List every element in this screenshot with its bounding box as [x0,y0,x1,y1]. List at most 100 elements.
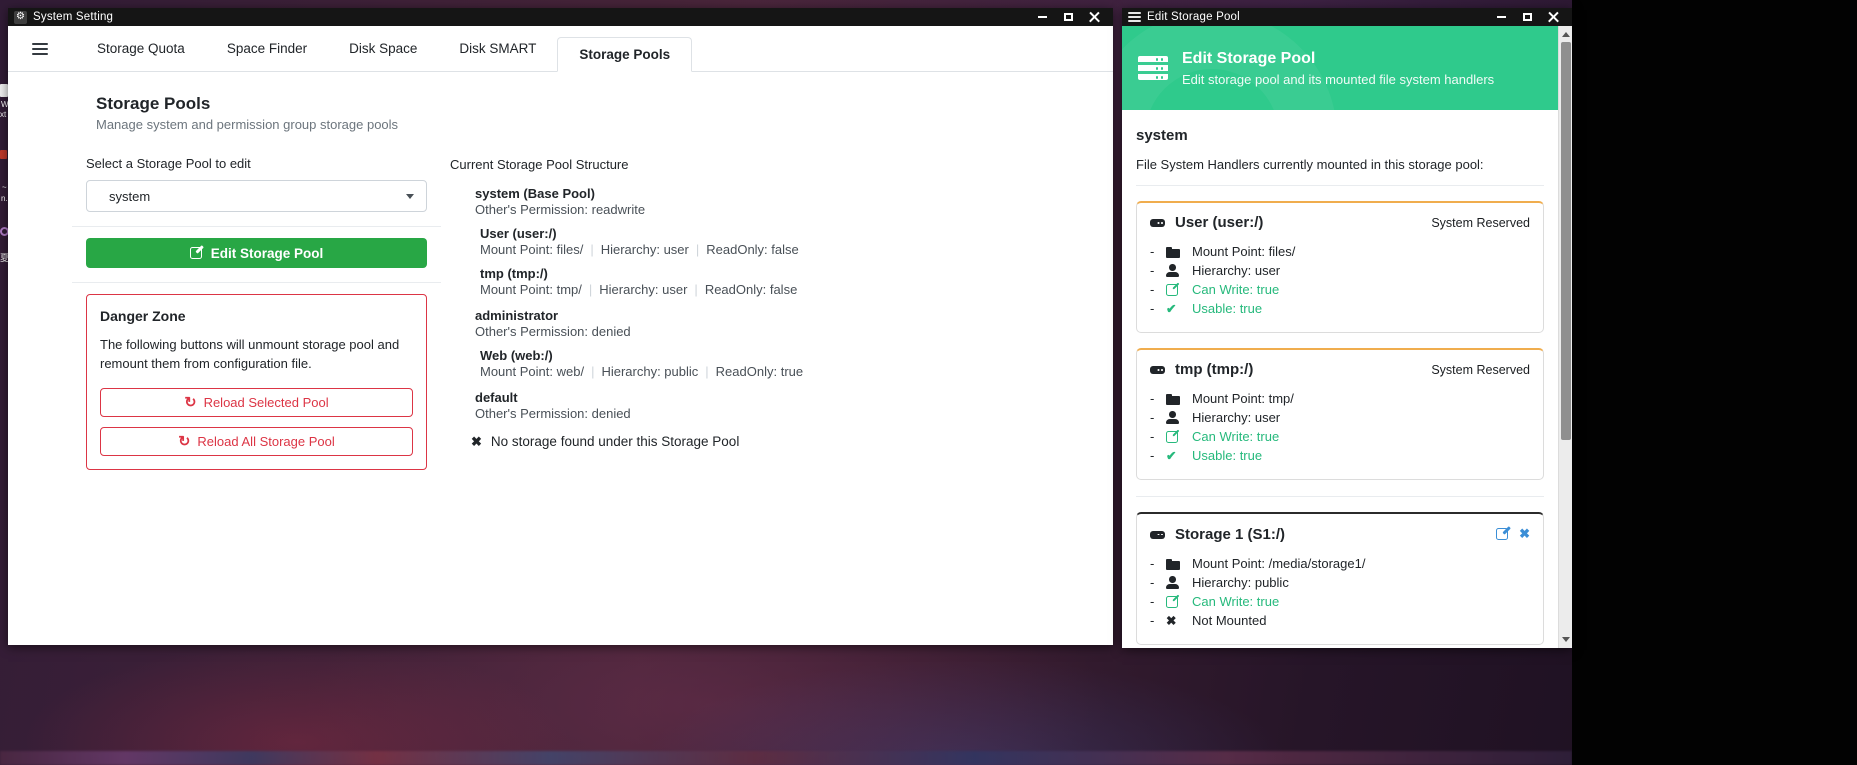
minimize-button[interactable] [1488,8,1514,26]
handler-details: Mount Point: files/|Hierarchy: user|Read… [480,242,799,257]
tab-disk-smart[interactable]: Disk SMART [438,26,557,72]
structure-label: Current Storage Pool Structure [450,157,950,172]
pool-group-default: default Other's Permission: denied ✖ No … [450,390,950,449]
reload-selected-pool-button[interactable]: Reload Selected Pool [100,388,413,417]
person-icon [1166,411,1183,424]
x-icon: ✖ [471,435,482,448]
pool-name: default [475,390,631,405]
handler-item: - Hierarchy: user [1150,408,1530,427]
reload-icon [184,395,196,411]
divider [1136,185,1544,186]
edit-pool-header: Edit Storage Pool Edit storage pool and … [1122,26,1558,110]
hdd-icon [1150,366,1165,374]
pool-group-administrator: administrator Other's Permission: denied… [450,308,950,379]
hdd-icon [1150,219,1165,227]
handler-item: - Can Write: true [1150,427,1530,446]
window-title: Edit Storage Pool [1147,11,1240,23]
scrollbar[interactable] [1558,26,1572,648]
empty-pool-message: ✖ No storage found under this Storage Po… [471,434,950,449]
x-icon [1166,613,1183,628]
pool-permission: Other's Permission: denied [475,406,631,421]
handler-item: - Mount Point: tmp/ [1150,389,1530,408]
handler-item: - Usable: true [1150,299,1530,318]
tab-storage-pools[interactable]: Storage Pools [557,37,692,72]
menu-icon[interactable] [32,43,48,55]
handler-item: - Can Write: true [1150,280,1530,299]
edit-icon [1166,430,1183,443]
close-button[interactable] [1540,8,1566,26]
desktop-icon-fragment [0,150,7,159]
person-icon [1166,576,1183,589]
system-reserved-badge: System Reserved [1431,216,1530,230]
danger-zone-title: Danger Zone [100,308,413,324]
pool-select[interactable]: system [86,180,427,212]
close-button[interactable] [1081,8,1107,26]
pool-name: system (Base Pool) [475,186,645,201]
system-reserved-badge: System Reserved [1431,363,1530,377]
desktop-icon-label-fragment: ~ [2,183,7,192]
black-background-region [1572,0,1857,765]
storage-pools-page: Storage Pools Manage system and permissi… [8,72,1113,645]
scroll-up-arrow[interactable] [1562,32,1570,37]
chevron-down-icon [406,194,414,199]
handler-item: - Can Write: true [1150,592,1530,611]
storage-pool-tree: system (Base Pool) Other's Permission: r… [450,186,950,449]
edit-icon [1166,283,1183,296]
edit-pool-titlebar: Edit Storage Pool [1122,8,1572,26]
danger-zone-card: Danger Zone The following buttons will u… [86,294,427,470]
handler-item: - Hierarchy: user [1150,261,1530,280]
handler-name: User (user:/) [480,226,799,241]
maximize-button[interactable] [1055,8,1081,26]
check-icon [1166,448,1183,463]
page-title: Storage Pools [86,94,427,114]
settings-tabbar: Storage Quota Space Finder Disk Space Di… [8,26,1113,72]
edit-icon [1166,595,1183,608]
hdd-icon [1150,531,1165,539]
scroll-down-arrow[interactable] [1562,637,1570,642]
divider [72,226,441,227]
menu-icon [1128,12,1141,22]
pool-name-heading: system [1136,127,1544,144]
header-subtitle: Edit storage pool and its mounted file s… [1182,72,1494,87]
handler-item: - Mount Point: /media/storage1/ [1150,554,1530,573]
pool-permission: Other's Permission: denied [475,324,631,339]
tab-storage-quota[interactable]: Storage Quota [76,26,206,72]
reload-all-storage-pool-button[interactable]: Reload All Storage Pool [100,427,413,456]
maximize-button[interactable] [1514,8,1540,26]
server-icon [1138,56,1168,80]
desktop-icon-label-fragment: n. [1,194,8,203]
folder-icon [1166,558,1183,570]
tree-child-tmp: tmp (tmp:/) Mount Point: tmp/|Hierarchy:… [471,266,950,297]
pool-name: administrator [475,308,631,323]
gear-icon: ⚙ [14,11,27,24]
folder-icon [1166,246,1183,258]
handler-title: User (user:/) [1175,214,1263,231]
tree-child-web: Web (web:/) Mount Point: web/|Hierarchy:… [471,348,950,379]
tab-disk-space[interactable]: Disk Space [328,26,438,72]
check-icon [1166,301,1183,316]
pool-group-system: system (Base Pool) Other's Permission: r… [450,186,950,297]
desktop-icon-label-fragment: xt [0,110,6,119]
edit-icon [190,247,202,259]
minimize-button[interactable] [1029,8,1055,26]
handler-details: Mount Point: tmp/|Hierarchy: user|ReadOn… [480,282,797,297]
handler-item: - Mount Point: files/ [1150,242,1530,261]
tab-space-finder[interactable]: Space Finder [206,26,328,72]
system-setting-window: ⚙ System Setting Storage Quota Space Fin… [8,8,1113,645]
edit-handler-button[interactable] [1496,528,1508,540]
handler-item: - Usable: true [1150,446,1530,465]
handler-name: Web (web:/) [480,348,803,363]
reload-icon [178,434,190,450]
scrollbar-thumb[interactable] [1561,42,1571,440]
desktop-icon-fragment [0,84,8,97]
edit-pool-body: Edit Storage Pool Edit storage pool and … [1122,26,1558,648]
edit-storage-pool-button[interactable]: Edit Storage Pool [86,238,427,268]
handler-item: - Hierarchy: public [1150,573,1530,592]
pool-select-value: system [109,189,150,204]
handler-card-storage1: Storage 1 (S1:/) - Mount Point: /media/s… [1136,512,1544,645]
remove-handler-button[interactable] [1519,525,1530,543]
handler-card-user: User (user:/) System Reserved - Mount Po… [1136,201,1544,333]
tree-child-user: User (user:/) Mount Point: files/|Hierar… [471,226,950,257]
pool-permission: Other's Permission: readwrite [475,202,645,217]
divider [1136,496,1544,497]
